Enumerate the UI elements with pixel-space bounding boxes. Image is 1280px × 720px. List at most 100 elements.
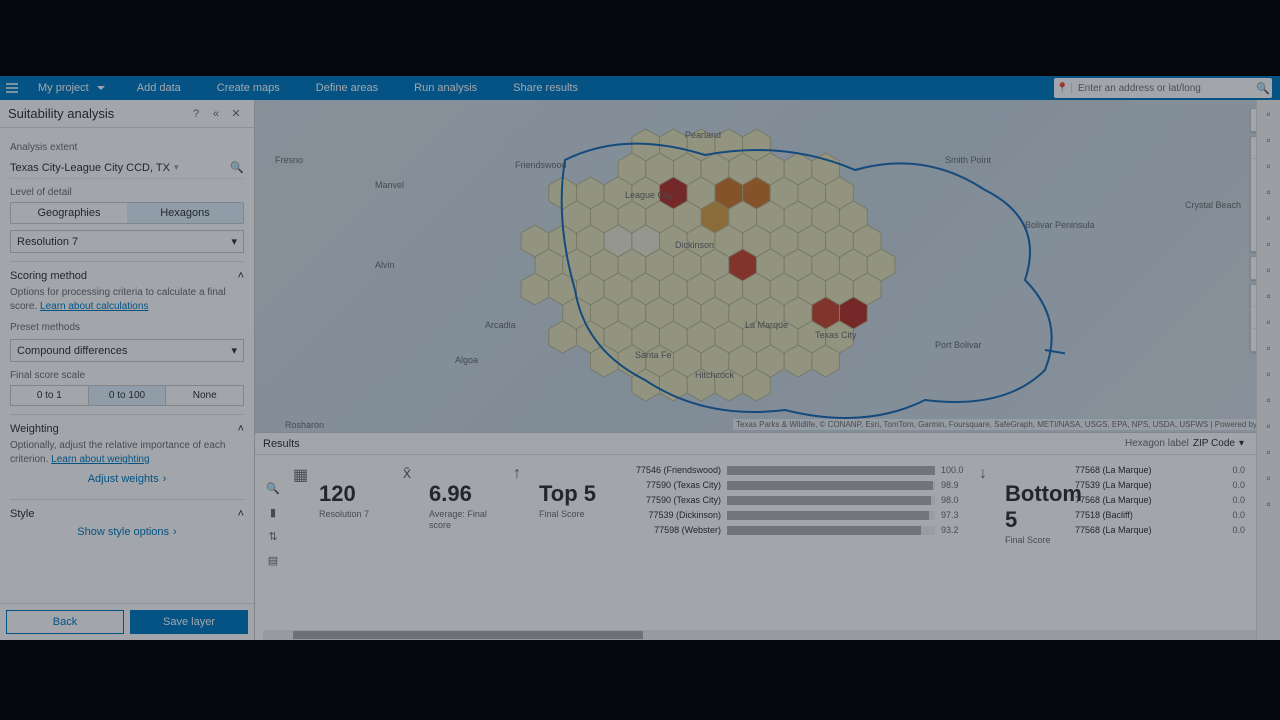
map-place-label: Manvel: [375, 180, 404, 190]
back-button[interactable]: Back: [6, 610, 124, 634]
map-place-label: Bolivar Peninsula: [1025, 220, 1095, 230]
summary-card: x̄6.96Average: Final score: [401, 463, 511, 626]
up-icon: ↑: [513, 465, 531, 483]
map-place-label: Hitchcock: [695, 370, 734, 380]
tab-define-areas[interactable]: Define areas: [298, 76, 396, 100]
results-scrollbar[interactable]: [263, 630, 1272, 640]
top5-row: 77590 (Texas City)98.0: [629, 495, 969, 505]
project-dropdown[interactable]: My project: [24, 82, 119, 94]
menu-button[interactable]: [0, 76, 24, 100]
map-place-label: Algoa: [455, 355, 478, 365]
print-icon[interactable]: ▫: [1261, 392, 1277, 408]
map-attribution: Texas Parks & Wildlife, © CONANP, Esri, …: [733, 419, 1276, 430]
hexagons-option[interactable]: Hexagons: [127, 203, 243, 223]
style-header[interactable]: Style˄: [10, 508, 244, 520]
hex-label-dropdown[interactable]: ZIP Code▾: [1193, 438, 1244, 449]
address-search[interactable]: 📍 🔍: [1054, 78, 1272, 98]
search-extent-icon[interactable]: 🔍: [230, 161, 244, 174]
map-place-label: Smith Point: [945, 155, 991, 165]
scale-option[interactable]: None: [166, 386, 243, 405]
hex-label-label: Hexagon label: [1125, 438, 1189, 449]
view-search-icon[interactable]: 🔍: [266, 481, 280, 495]
save-layer-button[interactable]: Save layer: [130, 610, 248, 634]
avg-icon: x̄: [403, 465, 421, 483]
help-icon[interactable]: ▫: [1261, 470, 1277, 486]
map-place-label: League City: [625, 190, 673, 200]
scale-option[interactable]: 0 to 1: [11, 386, 89, 405]
hexagon-layer: [505, 120, 1065, 432]
extent-value: Texas City-League City CCD, TX: [10, 162, 170, 174]
map-place-label: Alvin: [375, 260, 395, 270]
table-icon[interactable]: ▫: [1261, 288, 1277, 304]
chevron-down-icon: ▾: [231, 235, 237, 248]
map-place-label: Rosharon: [285, 420, 324, 430]
top5-row: 77598 (Webster)93.2: [629, 525, 969, 535]
weighting-header[interactable]: Weighting˄: [10, 423, 244, 435]
project-name: My project: [38, 82, 89, 94]
map-place-label: Friendswood: [515, 160, 567, 170]
lod-toggle[interactable]: Geographies Hexagons: [10, 202, 244, 224]
view-chart-icon[interactable]: ▮: [266, 505, 280, 519]
bottom5-row: 77518 (Bacliff)0.0: [1075, 510, 1245, 520]
lod-label: Level of detail: [10, 187, 244, 198]
close-icon[interactable]: ✕: [226, 104, 246, 124]
settings-icon[interactable]: ▫: [1261, 314, 1277, 330]
bottom5-row: 77568 (La Marque)0.0: [1075, 525, 1245, 535]
tab-add-data[interactable]: Add data: [119, 76, 199, 100]
list-icon[interactable]: ▫: [1261, 236, 1277, 252]
more-icon[interactable]: ▫: [1261, 444, 1277, 460]
view-sort-icon[interactable]: ⇅: [266, 529, 280, 543]
map-place-label: Port Bolivar: [935, 340, 982, 350]
scoring-header[interactable]: Scoring method˄: [10, 270, 244, 282]
summary-card: ↑Top 5Final Score: [511, 463, 621, 626]
chevron-up-icon: ˄: [238, 423, 244, 435]
export-icon[interactable]: ▫: [1261, 366, 1277, 382]
map-place-label: Santa Fe: [635, 350, 672, 360]
tab-share-results[interactable]: Share results: [495, 76, 596, 100]
search-input[interactable]: [1072, 83, 1254, 94]
learn-weighting-link[interactable]: Learn about weighting: [51, 454, 149, 465]
weighting-desc: Optionally, adjust the relative importan…: [10, 439, 244, 467]
measure-icon[interactable]: ▫: [1261, 158, 1277, 174]
bottom5-sub: Final Score: [1005, 535, 1059, 546]
scale-option[interactable]: 0 to 100: [89, 386, 167, 405]
view-table-icon[interactable]: ▤: [266, 553, 280, 567]
layers-icon[interactable]: ▫: [1261, 106, 1277, 122]
resolution-dropdown[interactable]: Resolution 7▾: [10, 230, 244, 253]
results-title: Results: [263, 438, 300, 450]
preset-dropdown[interactable]: Compound differences▾: [10, 339, 244, 362]
pin-icon: 📍: [1054, 83, 1072, 94]
extent-value-row[interactable]: Texas City-League City CCD, TX ▾ 🔍: [10, 157, 244, 179]
share-icon[interactable]: ▫: [1261, 418, 1277, 434]
top5-row: 77539 (Dickinson)97.3: [629, 510, 969, 520]
bottom5-row: 77539 (La Marque)0.0: [1075, 480, 1245, 490]
bookmark-icon[interactable]: ▫: [1261, 210, 1277, 226]
chevron-down-icon: ▾: [1239, 438, 1244, 449]
info-icon[interactable]: ▫: [1261, 340, 1277, 356]
feedback-icon[interactable]: ▫: [1261, 496, 1277, 512]
chevron-up-icon: ˄: [238, 270, 244, 282]
top5-row: 77590 (Texas City)98.9: [629, 480, 969, 490]
collapse-icon[interactable]: «: [206, 104, 226, 124]
filter-icon[interactable]: ▫: [1261, 184, 1277, 200]
tab-create-maps[interactable]: Create maps: [199, 76, 298, 100]
map-place-label: La Marque: [745, 320, 788, 330]
panel-title: Suitability analysis: [8, 106, 114, 121]
scale-toggle[interactable]: 0 to 10 to 100None: [10, 385, 244, 406]
tab-run-analysis[interactable]: Run analysis: [396, 76, 495, 100]
geographies-option[interactable]: Geographies: [11, 203, 127, 223]
chart-icon[interactable]: ▫: [1261, 262, 1277, 278]
summary-card: ▦120Resolution 7: [291, 463, 401, 626]
learn-calculations-link[interactable]: Learn about calculations: [40, 301, 148, 312]
search-icon[interactable]: 🔍: [1254, 82, 1272, 95]
map-place-label: Dickinson: [675, 240, 714, 250]
map-place-label: Crystal Beach: [1185, 200, 1241, 210]
legend-icon[interactable]: ▫: [1261, 132, 1277, 148]
map-place-label: Arcadia: [485, 320, 516, 330]
adjust-weights-button[interactable]: Adjust weights›: [10, 467, 244, 491]
show-style-options-button[interactable]: Show style options›: [10, 520, 244, 544]
bottom5-row: 77568 (La Marque)0.0: [1075, 465, 1245, 475]
chevron-down-icon: ▾: [174, 162, 179, 173]
map-canvas[interactable]: PearlandFriendswoodLeague CityDickinsonT…: [255, 100, 1280, 432]
help-icon[interactable]: ?: [186, 104, 206, 124]
